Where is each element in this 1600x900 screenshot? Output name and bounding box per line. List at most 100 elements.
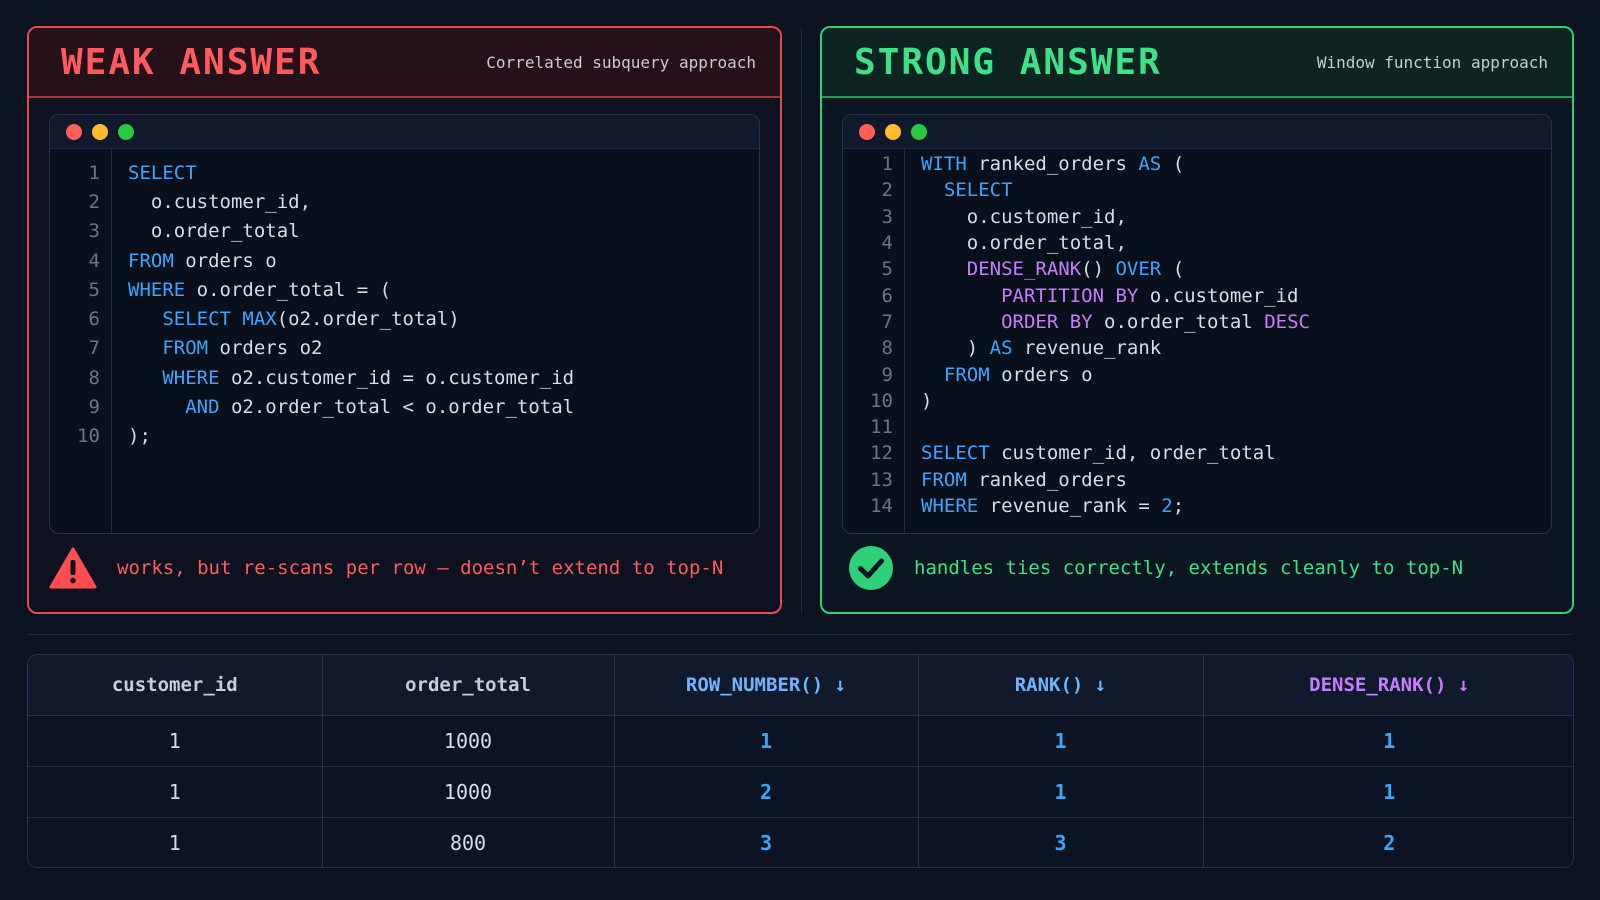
code-line: 4 o.order_total, — [843, 230, 1551, 256]
sql-text: o.order_total, — [921, 232, 1127, 255]
sql-text: ) — [921, 337, 990, 360]
column-header-customer-id: customer_id — [28, 655, 323, 716]
cell-customer-id: 1 — [28, 715, 323, 766]
sql-text: ( — [1161, 258, 1185, 281]
line-number: 13 — [870, 468, 893, 491]
line-number: 10 — [870, 389, 893, 412]
code-line: 8 ) AS revenue_rank — [843, 335, 1551, 361]
section-divider — [27, 634, 1574, 635]
sql-text: o.customer_id — [1138, 284, 1299, 307]
sql-keyword: FROM — [128, 337, 209, 360]
sql-keyword: SELECT — [921, 442, 990, 465]
code-text: WHERE revenue_rank = 2; — [893, 495, 1184, 517]
line-number: 3 — [88, 220, 100, 243]
weak-answer-title: WEAK ANSWER — [61, 41, 322, 83]
code-line: 4 FROM orders o — [50, 246, 759, 275]
window-close-icon[interactable] — [66, 123, 82, 140]
sql-keyword: AS — [989, 337, 1013, 360]
panel-divider — [801, 28, 802, 614]
table-row: 1 1000 2 1 1 — [28, 766, 1573, 817]
sql-text: o2.customer_id = o.customer_id — [219, 366, 575, 389]
sql-window-keyword: PARTITION BY — [921, 284, 1139, 307]
table-row: 1 800 3 3 2 — [28, 817, 1573, 867]
code-text: DENSE_RANK() OVER ( — [893, 258, 1184, 280]
code-text: SELECT MAX(o2.order_total) — [100, 308, 460, 331]
window-close-icon[interactable] — [859, 123, 875, 140]
window-maximize-icon[interactable] — [911, 123, 927, 140]
sql-text: ); — [128, 425, 151, 448]
sql-keyword: FROM — [921, 363, 990, 386]
sql-keyword: WHERE — [921, 495, 979, 517]
line-number: 1 — [88, 161, 100, 184]
weak-answer-footer: works, but re-scans per row — doesn’t ex… — [49, 540, 760, 596]
sql-text: orders o2 — [208, 337, 323, 360]
line-number: 9 — [88, 396, 100, 419]
line-number: 5 — [88, 278, 100, 301]
code-line: 1 SELECT — [50, 158, 759, 187]
sql-keyword: SELECT — [921, 179, 1013, 202]
line-number: 7 — [881, 310, 893, 333]
sql-keyword: SELECT — [128, 308, 243, 331]
sql-text: o.customer_id, — [128, 190, 312, 213]
line-number: 4 — [88, 249, 100, 272]
code-text: WHERE o2.customer_id = o.customer_id — [100, 367, 574, 389]
code-line: 6 SELECT MAX(o2.order_total) — [50, 304, 759, 333]
sql-text: (o2.order_total) — [276, 308, 460, 331]
code-text: SELECT — [100, 162, 197, 184]
window-maximize-icon[interactable] — [118, 123, 134, 140]
strong-answer-title: STRONG ANSWER — [854, 41, 1162, 83]
sql-text: ; — [1172, 495, 1185, 517]
sql-text: () — [1081, 258, 1116, 281]
code-line: 10); — [50, 422, 759, 451]
sql-number: 2 — [1161, 495, 1173, 517]
code-text: ORDER BY o.order_total DESC — [893, 311, 1310, 333]
cell-dense-rank: 1 — [1383, 728, 1396, 753]
sql-keyword: AS — [1138, 153, 1162, 176]
code-text: SELECT — [893, 179, 1013, 201]
strong-answer-header: STRONG ANSWER Window function approach — [822, 28, 1572, 98]
sql-keyword: WHERE — [128, 278, 186, 301]
sql-window-keyword: DESC — [1264, 310, 1310, 333]
code-text: ) — [893, 390, 932, 412]
sql-text: o.customer_id, — [921, 205, 1127, 228]
cell-rank: 1 — [918, 766, 1204, 817]
line-number: 6 — [881, 284, 893, 307]
code-line: 8 WHERE o2.customer_id = o.customer_id — [50, 363, 759, 392]
code-line: 7 FROM orders o2 — [50, 334, 759, 363]
cell-row-number: 2 — [614, 766, 919, 817]
code-text: o.customer_id, — [100, 191, 311, 213]
sql-text: o.order_total — [1092, 310, 1265, 333]
line-number: 4 — [881, 232, 893, 255]
code-line: 9 FROM orders o — [843, 361, 1551, 387]
sql-text: o2.order_total < o.order_total — [219, 396, 575, 419]
cell-order-total: 800 — [322, 817, 615, 867]
line-number: 1 — [881, 153, 893, 176]
window-minimize-icon[interactable] — [92, 123, 108, 140]
cell-row-number: 1 — [614, 715, 919, 766]
sql-text: customer_id, order_total — [989, 442, 1276, 465]
code-line: 14 WHERE revenue_rank = 2; — [843, 493, 1551, 519]
weak-code-editor: 1 SELECT 2 o.customer_id, 3 o.order_total 4 F… — [49, 114, 760, 534]
line-number: 14 — [870, 495, 893, 517]
code-text: ) AS revenue_rank — [893, 337, 1162, 360]
table-row: 1 1000 1 1 1 — [28, 715, 1573, 766]
sql-keyword: OVER — [1115, 258, 1162, 281]
sql-text: ( — [1161, 153, 1185, 176]
line-number: 11 — [870, 416, 893, 439]
window-minimize-icon[interactable] — [885, 123, 901, 140]
code-text: FROM orders o2 — [100, 337, 322, 359]
code-text: ); — [100, 425, 151, 447]
code-text: o.order_total, — [893, 232, 1127, 254]
code-line: 6 PARTITION BY o.customer_id — [843, 282, 1551, 308]
sql-window-keyword: ORDER BY — [921, 310, 1093, 333]
column-header-order-total: order_total — [322, 655, 615, 716]
code-line: 10) — [843, 388, 1551, 414]
code-line: 11 — [843, 414, 1551, 440]
weak-answer-header: WEAK ANSWER Correlated subquery approach — [29, 28, 780, 98]
line-number: 3 — [881, 205, 893, 228]
line-number: 8 — [881, 337, 893, 360]
code-line: 12 SELECT customer_id, order_total — [843, 440, 1551, 466]
line-number: 12 — [870, 442, 893, 465]
code-text: WITH ranked_orders AS ( — [893, 153, 1184, 175]
strong-code-editor: 1 WITH ranked_orders AS ( 2 SELECT 3 o.cust… — [842, 114, 1552, 534]
